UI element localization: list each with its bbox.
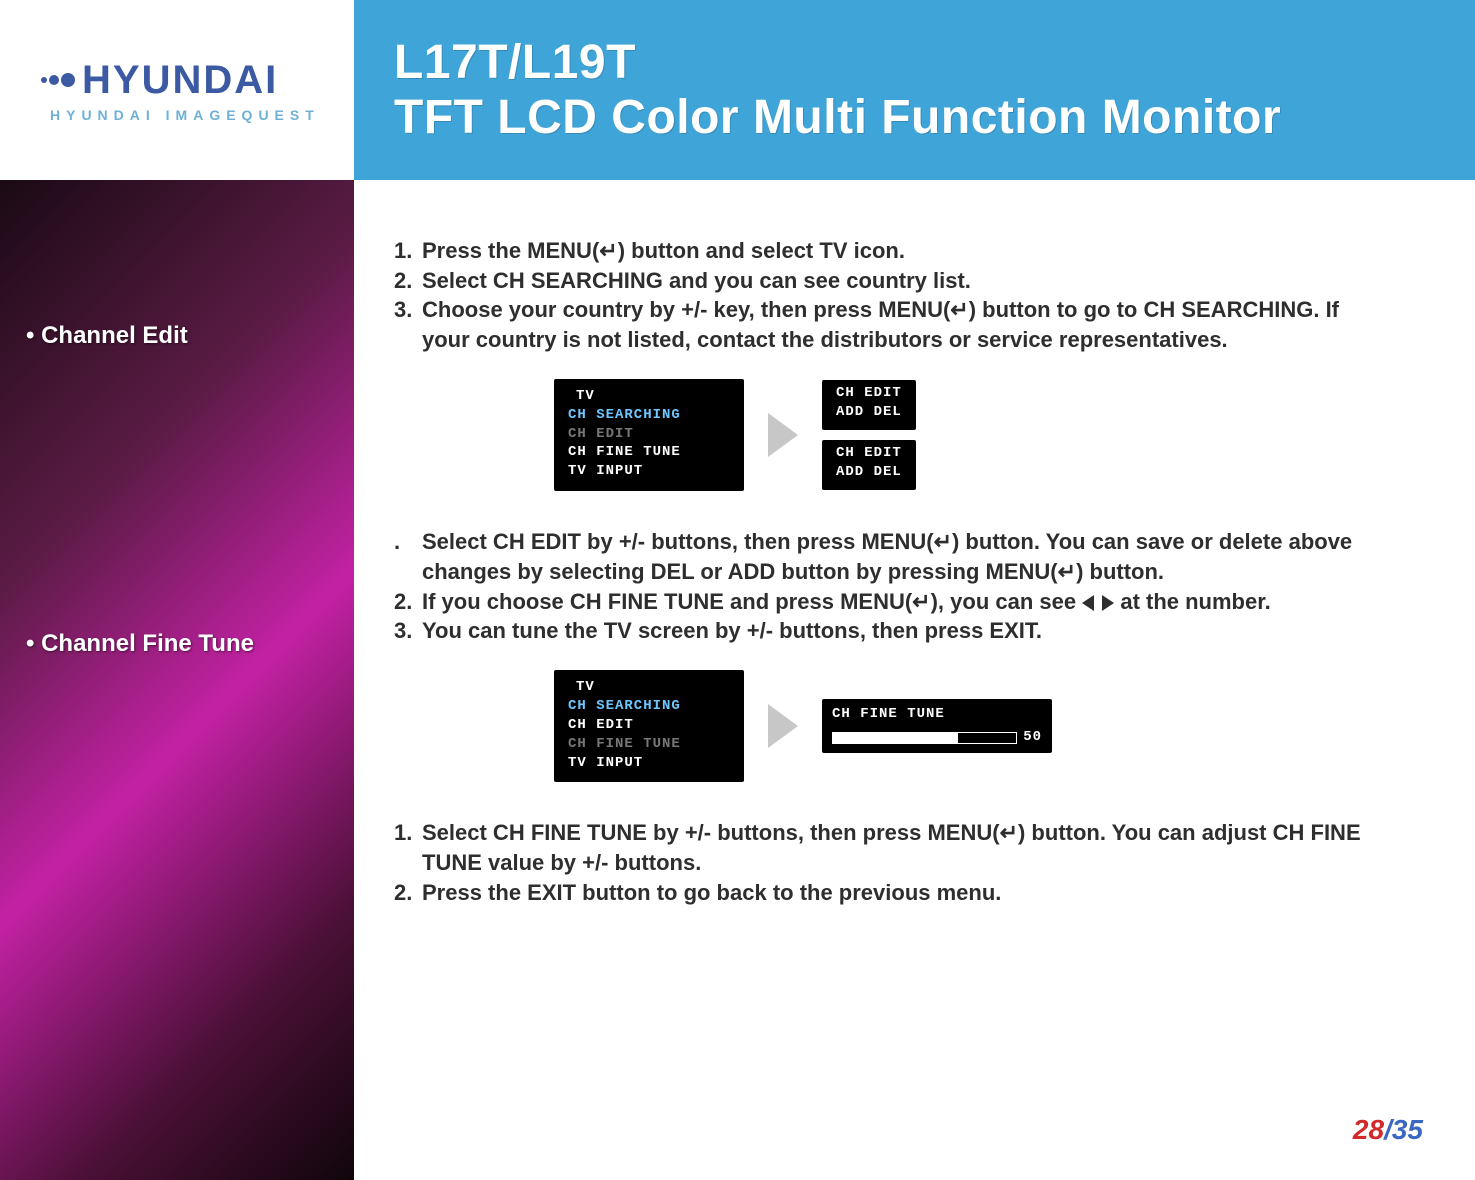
step: 1.Press the MENU(↵) button and select TV… [394, 236, 1384, 266]
step: 2.Select CH SEARCHING and you can see co… [394, 266, 1384, 296]
step: 2.Press the EXIT button to go back to th… [394, 878, 1384, 908]
sidebar-item-channel-edit: • Channel Edit [0, 308, 354, 364]
instruction-block-2: .Select CH EDIT by +/- buttons, then pre… [394, 527, 1384, 646]
osd-tv-menu: TV CH SEARCHING CH EDIT CH FINE TUNE TV … [554, 670, 744, 782]
page-total: 35 [1392, 1114, 1423, 1145]
content-area: 1.Press the MENU(↵) button and select TV… [354, 180, 1475, 1180]
osd-menu-title: TV [568, 387, 730, 406]
osd-add-label: ADD [836, 463, 864, 482]
logo-dots-icon [40, 73, 76, 87]
tune-progress-fill [833, 733, 958, 743]
osd-del-label: DEL [874, 403, 902, 422]
page-separator: / [1384, 1114, 1392, 1145]
sidebar-item-channel-fine-tune: • Channel Fine Tune [0, 616, 354, 672]
osd-illustration-1: TV CH SEARCHING CH EDIT CH FINE TUNE TV … [554, 379, 1423, 491]
brand-name: HYUNDAI [82, 58, 278, 103]
instruction-block-1: 1.Press the MENU(↵) button and select TV… [394, 236, 1384, 355]
instruction-block-3: 1.Select CH FINE TUNE by +/- buttons, th… [394, 818, 1384, 907]
brand-subtitle: HYUNDAI IMAGEQUEST [50, 107, 354, 123]
osd-fine-tune-panel: CH FINE TUNE 50 [822, 699, 1052, 753]
triangle-left-icon [1082, 595, 1094, 611]
title-bar: L17T/L19T TFT LCD Color Multi Function M… [354, 0, 1475, 180]
osd-menu-item: TV INPUT [568, 462, 730, 481]
sidebar: • Channel Edit • Channel Fine Tune [0, 180, 354, 1180]
osd-menu-item: CH SEARCHING [568, 697, 730, 716]
osd-add-label: ADD [836, 403, 864, 422]
tune-progress-bar [832, 732, 1017, 744]
osd-panel-title: CH EDIT [822, 382, 916, 403]
triangle-right-icon [1102, 595, 1114, 611]
osd-ch-edit-stack: CH EDIT ADD DEL CH EDIT ADD DEL [822, 380, 916, 490]
step: 2. If you choose CH FINE TUNE and press … [394, 587, 1384, 617]
osd-menu-title: TV [568, 678, 730, 697]
osd-menu-item: CH SEARCHING [568, 406, 730, 425]
osd-menu-item: CH EDIT [568, 425, 730, 444]
step-text-after: at the number. [1114, 589, 1270, 614]
logo-area: HYUNDAI HYUNDAI IMAGEQUEST [0, 0, 354, 180]
arrow-right-icon [768, 704, 798, 748]
step: 1.Select CH FINE TUNE by +/- buttons, th… [394, 818, 1384, 877]
osd-menu-item: TV INPUT [568, 754, 730, 773]
osd-del-label: DEL [874, 463, 902, 482]
arrow-right-icon [768, 413, 798, 457]
page-current: 28 [1353, 1114, 1384, 1145]
osd-ch-edit-panel: CH EDIT ADD DEL [822, 380, 916, 430]
brand-logo: HYUNDAI [40, 58, 354, 103]
model-title: L17T/L19T [394, 35, 1475, 90]
step: .Select CH EDIT by +/- buttons, then pre… [394, 527, 1384, 586]
osd-menu-item: CH EDIT [568, 716, 730, 735]
step: 3.You can tune the TV screen by +/- butt… [394, 616, 1384, 646]
osd-illustration-2: TV CH SEARCHING CH EDIT CH FINE TUNE TV … [554, 670, 1423, 782]
tune-value: 50 [1023, 728, 1042, 747]
osd-panel-title: CH FINE TUNE [832, 705, 1042, 724]
osd-menu-item: CH FINE TUNE [568, 443, 730, 462]
product-title: TFT LCD Color Multi Function Monitor [394, 90, 1475, 145]
step: 3.Choose your country by +/- key, then p… [394, 295, 1384, 354]
osd-menu-item: CH FINE TUNE [568, 735, 730, 754]
osd-panel-title: CH EDIT [822, 442, 916, 463]
osd-tv-menu: TV CH SEARCHING CH EDIT CH FINE TUNE TV … [554, 379, 744, 491]
step-text-before: If you choose CH FINE TUNE and press MEN… [422, 589, 1082, 614]
page-number: 28/35 [1353, 1114, 1423, 1146]
manual-page: HYUNDAI HYUNDAI IMAGEQUEST L17T/L19T TFT… [0, 0, 1475, 1180]
osd-ch-edit-panel: CH EDIT ADD DEL [822, 440, 916, 490]
